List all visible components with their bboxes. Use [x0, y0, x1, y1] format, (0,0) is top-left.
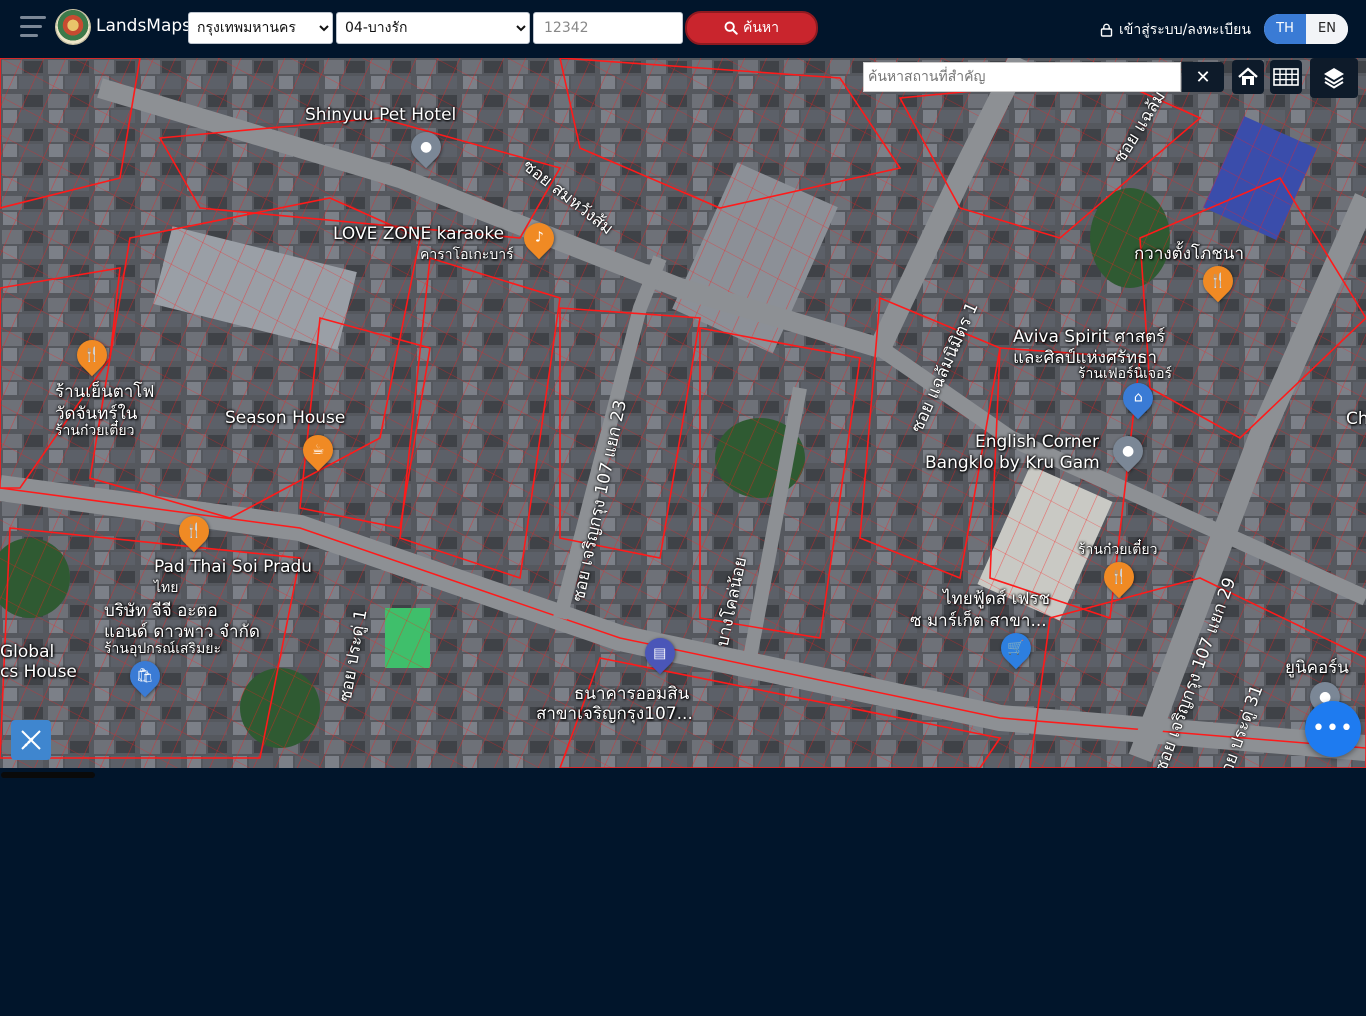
home-glyph — [1238, 67, 1258, 85]
grid-icon[interactable] — [1270, 60, 1302, 94]
map-label: ร้านก๋วยเตี๋ยว — [55, 423, 135, 439]
search-button-label: ค้นหา — [742, 20, 780, 36]
close-icon[interactable]: ✕ — [1182, 62, 1224, 92]
ruler-pencil-icon[interactable] — [11, 720, 51, 760]
layers-icon[interactable] — [1310, 58, 1358, 98]
search-button[interactable]: ค้นหา — [685, 11, 818, 45]
map-label: Ch — [1346, 409, 1366, 429]
map-label: Pad Thai Soi Pradu — [154, 557, 313, 577]
language-toggle: TH EN — [1264, 14, 1348, 44]
map-label: Season House — [225, 408, 346, 428]
hamburger-menu-icon[interactable] — [20, 16, 46, 38]
satellite-parcel-layer — [0, 58, 1366, 768]
map-label: ร้านก๋วยเตี๋ยว — [1078, 542, 1158, 558]
map-label: ร้านเฟอร์นิเจอร์ — [1078, 366, 1173, 382]
province-select[interactable]: กรุงเทพมหานคร — [188, 12, 333, 44]
top-bar: LandsMaps กรุงเทพมหานคร 04-บางรัก ค้นหา … — [0, 0, 1366, 58]
map-label: ร้านอุปกรณ์เสริมยะ — [104, 641, 222, 657]
map-label: cs House — [0, 662, 77, 682]
magnifier-icon — [724, 21, 738, 35]
district-select[interactable]: 04-บางรัก — [336, 12, 530, 44]
map-label: Shinyuu Pet Hotel — [305, 105, 457, 125]
more-dots-icon[interactable]: ••• — [1305, 701, 1361, 757]
login-link[interactable]: เข้าสู่ระบบ/ลงทะเบียน — [1100, 19, 1251, 41]
map-label: ยูนิคอร์น — [1285, 658, 1349, 678]
login-label: เข้าสู่ระบบ/ลงทะเบียน — [1119, 22, 1251, 38]
map-label: สาขาเจริญกรุง107... — [536, 704, 693, 724]
map-label: กวางตั้งโภชนา — [1134, 244, 1245, 264]
map-label: Bangklo by Kru Gam — [925, 453, 1100, 473]
grid-glyph — [1273, 68, 1299, 86]
lock-icon — [1100, 23, 1113, 37]
map-label: คาราโอเกะบาร์ — [420, 247, 514, 263]
landsmaps-logo — [56, 10, 90, 44]
layers-glyph — [1324, 68, 1344, 89]
lang-en-button[interactable]: EN — [1306, 14, 1348, 44]
place-search-input[interactable] — [863, 62, 1181, 92]
map-label: English Corner — [975, 432, 1099, 452]
map-label: ไทย — [154, 580, 179, 596]
map-label: ซ มาร์เก็ต สาขา... — [910, 611, 1047, 631]
app-name: LandsMaps — [96, 16, 192, 36]
map-view[interactable]: ● ♪ 🍴 ☕ 🍴 🛍 ▤ 🍴 ⌂ ● 🍴 🛒 ● Shinyuu Pet Ho… — [0, 58, 1366, 768]
home-icon[interactable] — [1232, 60, 1264, 94]
parcel-number-input[interactable] — [533, 12, 683, 44]
measure-glyph — [21, 730, 41, 750]
map-label: Global — [0, 642, 55, 662]
map-label: LOVE ZONE karaoke — [333, 224, 505, 244]
horizontal-scrollbar[interactable] — [1, 772, 95, 778]
lang-th-button[interactable]: TH — [1264, 14, 1306, 44]
